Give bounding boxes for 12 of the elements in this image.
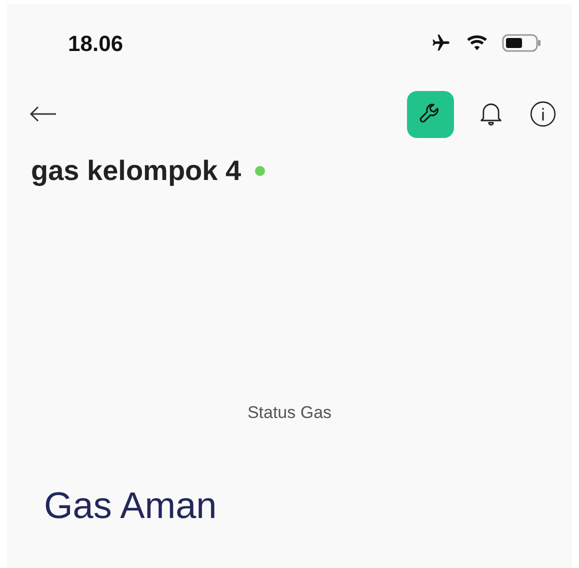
back-button[interactable] <box>29 106 57 122</box>
widget-label: Status Gas <box>247 402 332 424</box>
airplane-icon <box>430 33 452 53</box>
battery-icon <box>502 33 542 53</box>
settings-button[interactable] <box>407 90 454 138</box>
device-name: gas kelompok 4 <box>31 154 242 188</box>
gas-status-value: Gas Aman <box>44 484 217 526</box>
status-time: 18.06 <box>68 30 124 58</box>
info-icon <box>530 101 556 127</box>
wifi-icon <box>466 34 488 52</box>
back-arrow-icon <box>29 106 57 122</box>
bell-icon <box>478 101 504 127</box>
